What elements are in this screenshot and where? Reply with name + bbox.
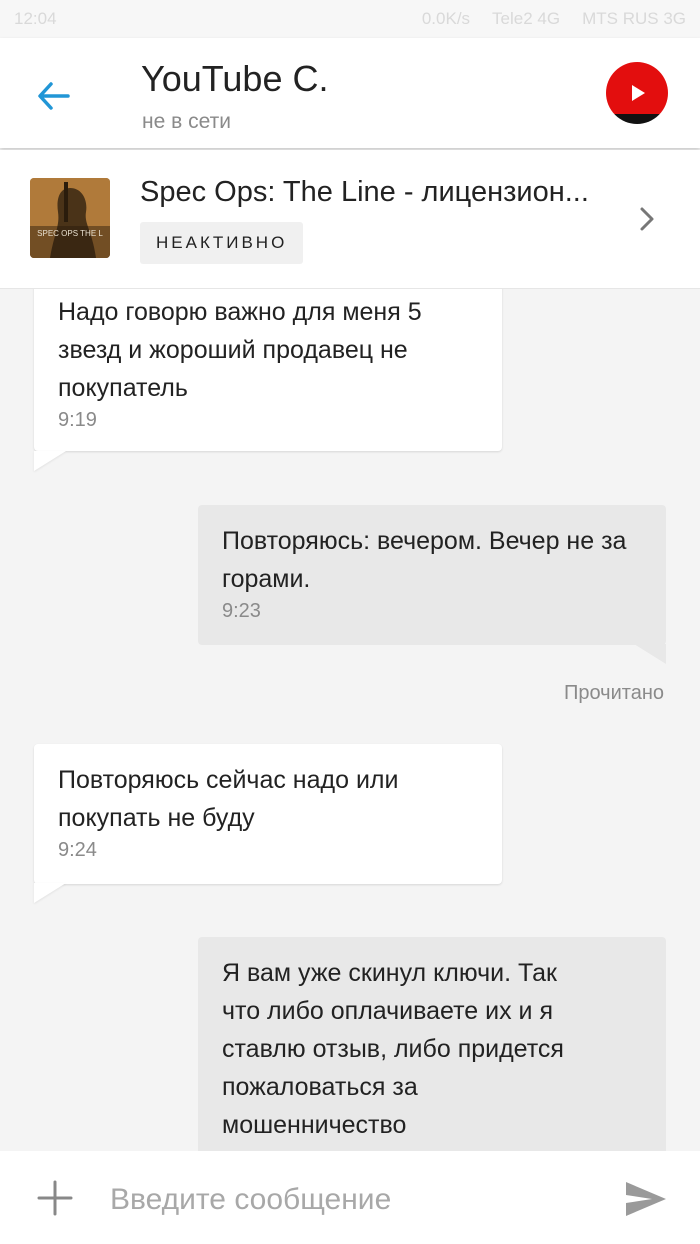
message-text: Повторяюсь: вечером. Вечер не за горами.: [222, 527, 627, 593]
message-time: 9:24: [58, 839, 97, 861]
message-list[interactable]: Надо говорю важно для меня 5 звезд и жор…: [0, 289, 700, 1151]
status-carrier-1: Tele2 4G: [492, 9, 561, 28]
attach-button[interactable]: [36, 1179, 74, 1217]
message-time: 9:23: [222, 600, 261, 622]
product-title: Spec Ops: The Line - лицензион...: [140, 176, 589, 208]
bubble-tail: [634, 644, 666, 664]
status-carrier-2: MTS RUS 3G: [582, 9, 686, 28]
product-thumbnail: SPEC OPS THE L: [30, 178, 110, 258]
play-icon: [632, 85, 645, 101]
contact-status: не в сети: [142, 110, 231, 133]
bubble-tail: [34, 883, 66, 903]
message-composer: [0, 1151, 700, 1244]
bubble-tail: [34, 451, 66, 471]
product-status-badge: НЕАКТИВНО: [140, 222, 304, 264]
back-button[interactable]: [32, 74, 76, 118]
message-time: 9:19: [58, 409, 97, 431]
status-time: 12:04: [14, 9, 57, 28]
incoming-message[interactable]: Надо говорю важно для меня 5 звезд и жор…: [34, 289, 502, 451]
message-text: Повторяюсь сейчас надо или покупать не б…: [58, 766, 399, 832]
outgoing-message[interactable]: Повторяюсь: вечером. Вечер не за горами.…: [198, 505, 666, 645]
outgoing-message[interactable]: Я вам уже скинул ключи. Так что либо опл…: [198, 937, 666, 1151]
incoming-message[interactable]: Повторяюсь сейчас надо или покупать не б…: [34, 744, 502, 884]
status-bar: 12:04 0.0K/s Tele2 4G MTS RUS 3G: [0, 0, 700, 38]
message-input[interactable]: [108, 1171, 602, 1229]
arrow-left-icon: [38, 82, 70, 110]
contact-name[interactable]: YouTube C.: [141, 58, 328, 100]
chevron-right-icon[interactable]: [636, 204, 658, 234]
send-icon: [626, 1182, 666, 1216]
read-receipt: Прочитано: [564, 682, 664, 704]
status-network-speed: 0.0K/s: [421, 9, 471, 28]
message-text: Надо говорю важно для меня 5 звезд и жор…: [58, 298, 422, 402]
message-text: Я вам уже скинул ключи. Так что либо опл…: [222, 959, 564, 1139]
send-button[interactable]: [624, 1179, 668, 1219]
avatar[interactable]: [606, 62, 668, 124]
plus-icon: [37, 1180, 73, 1216]
svg-text:SPEC OPS THE L: SPEC OPS THE L: [37, 229, 103, 238]
chat-header: YouTube C. не в сети: [0, 38, 700, 148]
product-card[interactable]: SPEC OPS THE L Spec Ops: The Line - лице…: [0, 150, 700, 289]
